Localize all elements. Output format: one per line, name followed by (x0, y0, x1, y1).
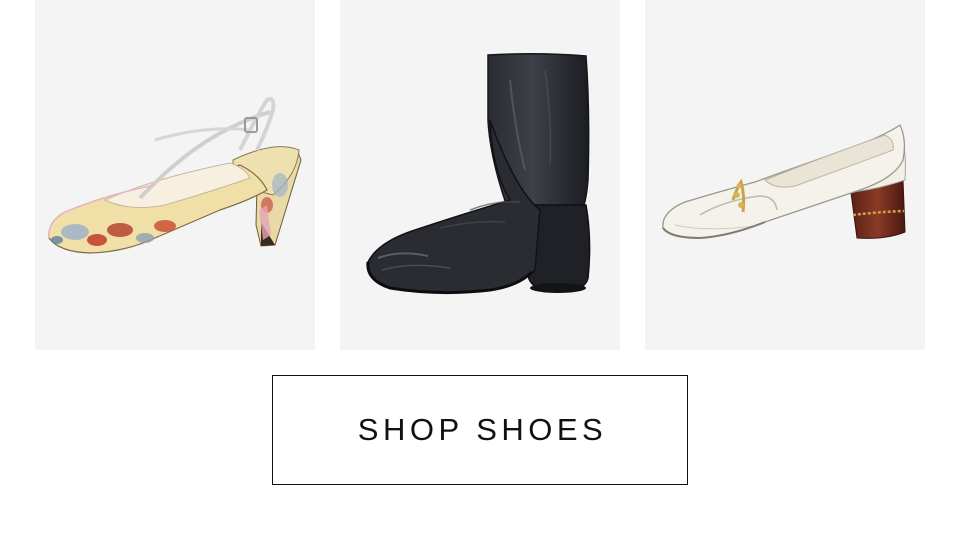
product-tile-floral-heel[interactable] (35, 0, 315, 350)
product-tile-black-boot[interactable] (340, 0, 620, 350)
product-showcase: SHOP SHOES (0, 0, 960, 550)
product-tile-white-loafer[interactable] (645, 0, 925, 350)
shop-shoes-button-label: SHOP SHOES (357, 412, 608, 447)
white-loafer-image (662, 124, 906, 240)
black-boot-image (366, 52, 591, 295)
floral-pump-image (48, 97, 302, 254)
shop-shoes-button[interactable]: SHOP SHOES (272, 375, 688, 485)
